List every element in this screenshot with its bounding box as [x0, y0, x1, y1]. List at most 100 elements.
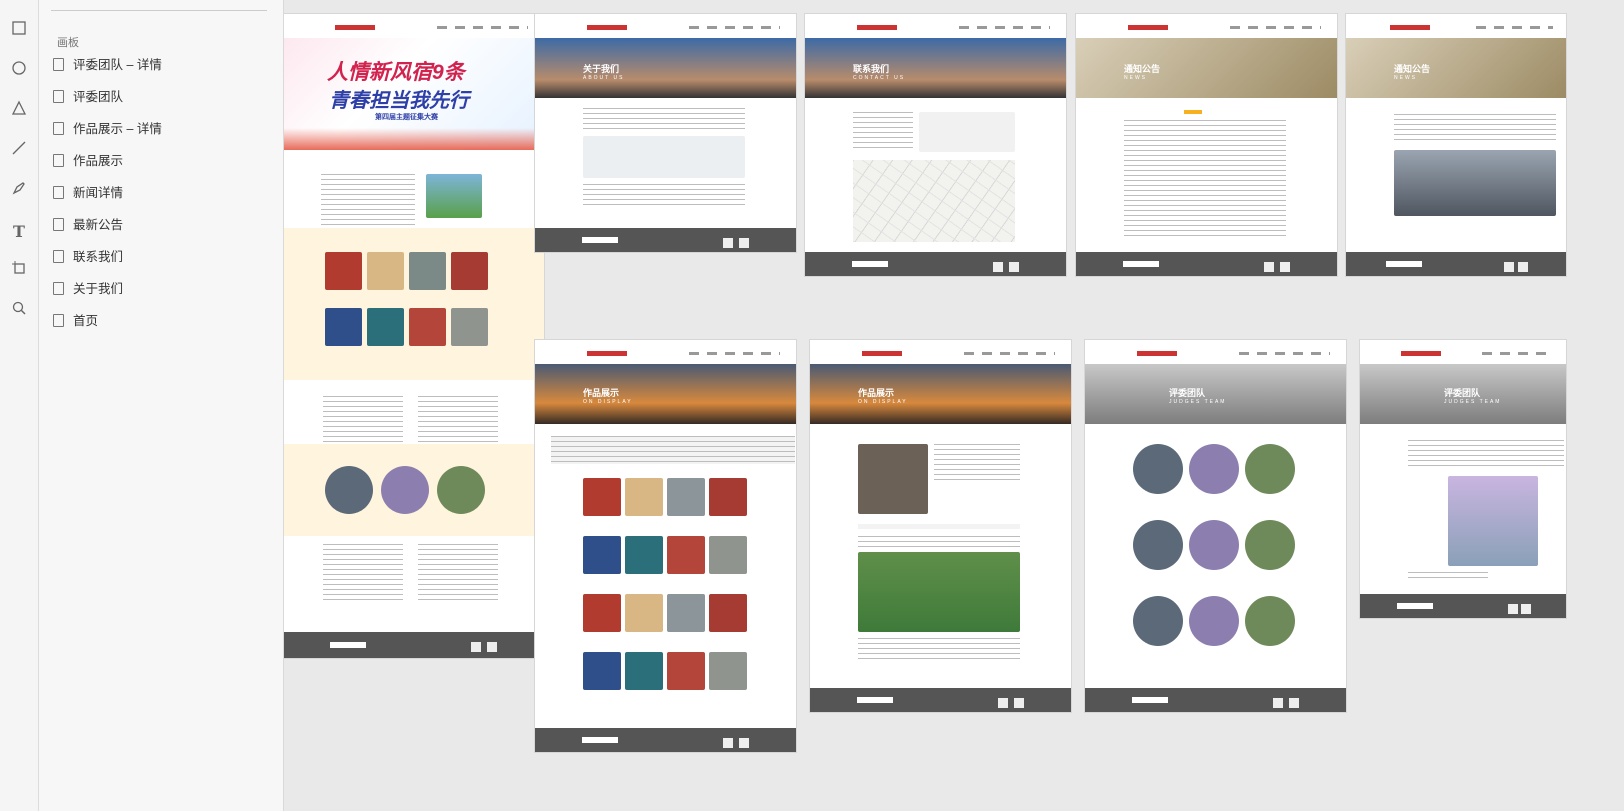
judge-avatar[interactable]	[1133, 444, 1183, 494]
artboard-works-detail[interactable]: ••• 作品展示 ON DISPLAY	[810, 340, 1071, 712]
site-nav	[535, 20, 796, 34]
work-thumb	[451, 252, 488, 290]
ellipse-icon[interactable]	[7, 60, 31, 84]
layer-item-works[interactable]: 作品展示	[53, 148, 273, 174]
layer-label: 作品展示 – 详情	[73, 122, 162, 136]
news-body	[1394, 114, 1556, 144]
hero-title: 通知公告	[1124, 64, 1161, 74]
hero-title: 作品展示	[858, 388, 895, 398]
work-thumb[interactable]	[667, 536, 705, 574]
judge-avatar[interactable]	[1245, 520, 1295, 570]
judge-avatar[interactable]	[1245, 444, 1295, 494]
news-list	[323, 544, 403, 604]
layer-label: 首页	[73, 314, 99, 328]
work-thumb[interactable]	[625, 536, 663, 574]
work-thumb[interactable]	[583, 652, 621, 690]
artboard-about[interactable]: ••• 关于我们 ABOUT US	[535, 14, 796, 252]
work-thumb[interactable]	[709, 594, 747, 632]
layer-item-contact[interactable]: 联系我们	[53, 244, 273, 270]
judge-avatar[interactable]	[1189, 520, 1239, 570]
hero-subtitle: CONTACT US	[853, 75, 906, 81]
about-text	[583, 108, 745, 132]
judge-bio	[1408, 440, 1564, 468]
work-thumb[interactable]	[709, 478, 747, 516]
works-detail-hero: 作品展示 ON DISPLAY	[810, 364, 1071, 424]
layer-item-works-detail[interactable]: 作品展示 – 详情	[53, 116, 273, 142]
text-icon[interactable]: T	[7, 220, 31, 244]
work-text	[858, 638, 1020, 662]
table-block	[418, 396, 498, 442]
judge-avatar[interactable]	[1189, 596, 1239, 646]
layer-label: 新闻详情	[73, 186, 124, 200]
layer-item-judges[interactable]: 评委团队	[53, 84, 273, 110]
section-label: 画板	[57, 37, 79, 49]
work-thumb	[325, 252, 362, 290]
work-thumb[interactable]	[583, 536, 621, 574]
judge-avatar[interactable]	[1189, 444, 1239, 494]
artboard-works[interactable]: ••• 作品展示 ON DISPLAY	[535, 340, 796, 752]
layer-item-home[interactable]: 首页	[53, 308, 273, 334]
site-footer	[535, 228, 796, 252]
layer-item-notice[interactable]: 最新公告	[53, 212, 273, 238]
work-thumb[interactable]	[709, 536, 747, 574]
work-thumb	[367, 252, 404, 290]
artboard-news-detail[interactable]: ••• 通知公告 NEWS	[1346, 14, 1566, 276]
hero-subtitle: NEWS	[1394, 75, 1417, 81]
work-thumb[interactable]	[625, 478, 663, 516]
work-photo-large	[858, 552, 1020, 632]
location-map[interactable]	[853, 160, 1015, 242]
artboard-notice[interactable]: ••• 通知公告 NEWS	[1076, 14, 1337, 276]
divider	[51, 10, 267, 11]
notice-list	[418, 544, 498, 604]
about-hero: 关于我们 ABOUT US	[535, 38, 796, 98]
work-thumb[interactable]	[667, 594, 705, 632]
judge-avatar[interactable]	[1245, 596, 1295, 646]
tab-bar[interactable]	[858, 524, 1020, 529]
intro-photo	[426, 174, 482, 218]
banner-skyline	[284, 128, 544, 150]
artboard-home[interactable]: 人情新风宿9条 青春担当我先行 第四届主题征集大赛	[284, 14, 544, 658]
artboard-doc-icon	[53, 282, 64, 296]
work-text	[858, 536, 1020, 550]
tab-active[interactable]	[1184, 110, 1202, 114]
site-footer	[1360, 594, 1566, 618]
site-nav	[284, 20, 544, 34]
work-thumb[interactable]	[709, 652, 747, 690]
work-thumb[interactable]	[625, 652, 663, 690]
filter-bar[interactable]	[551, 436, 795, 464]
artboard-icon[interactable]	[7, 260, 31, 284]
rectangle-icon[interactable]	[7, 20, 31, 44]
artboard-judges-detail[interactable]: ••• 评委团队 JUDGES TEAM	[1360, 340, 1566, 618]
site-nav	[810, 346, 1071, 360]
work-thumb[interactable]	[667, 478, 705, 516]
work-thumb	[409, 308, 446, 346]
contact-form[interactable]	[919, 112, 1015, 152]
layer-item-news-detail[interactable]: 新闻详情	[53, 180, 273, 206]
site-footer	[284, 632, 544, 658]
work-thumb[interactable]	[583, 478, 621, 516]
artboard-doc-icon	[53, 90, 64, 104]
work-thumb[interactable]	[625, 594, 663, 632]
judge-avatar[interactable]	[1133, 520, 1183, 570]
layer-label: 最新公告	[73, 218, 124, 232]
artboard-judges[interactable]: ••• 评委团队 JUDGES TEAM	[1085, 340, 1346, 712]
zoom-icon[interactable]	[7, 300, 31, 324]
hero-title: 评委团队	[1169, 388, 1206, 398]
pen-icon[interactable]	[7, 180, 31, 204]
layer-item-about[interactable]: 关于我们	[53, 276, 273, 302]
design-canvas[interactable]: 人情新风宿9条 青春担当我先行 第四届主题征集大赛 ••• 关于我们 ABOUT	[284, 0, 1624, 811]
work-thumb[interactable]	[667, 652, 705, 690]
contact-hero: 联系我们 CONTACT US	[805, 38, 1066, 98]
triangle-icon[interactable]	[7, 100, 31, 124]
layer-item-judges-detail[interactable]: 评委团队 – 详情	[53, 52, 273, 78]
layer-label: 作品展示	[73, 154, 124, 168]
hero-title: 作品展示	[583, 388, 620, 398]
contact-info	[853, 112, 913, 150]
judges-detail-hero: 评委团队 JUDGES TEAM	[1360, 364, 1566, 424]
work-thumb[interactable]	[583, 594, 621, 632]
artboard-contact[interactable]: ••• 联系我们 CONTACT US	[805, 14, 1066, 276]
site-footer	[1076, 252, 1337, 276]
line-icon[interactable]	[7, 140, 31, 164]
hero-subtitle: JUDGES TEAM	[1169, 399, 1227, 405]
judge-avatar[interactable]	[1133, 596, 1183, 646]
